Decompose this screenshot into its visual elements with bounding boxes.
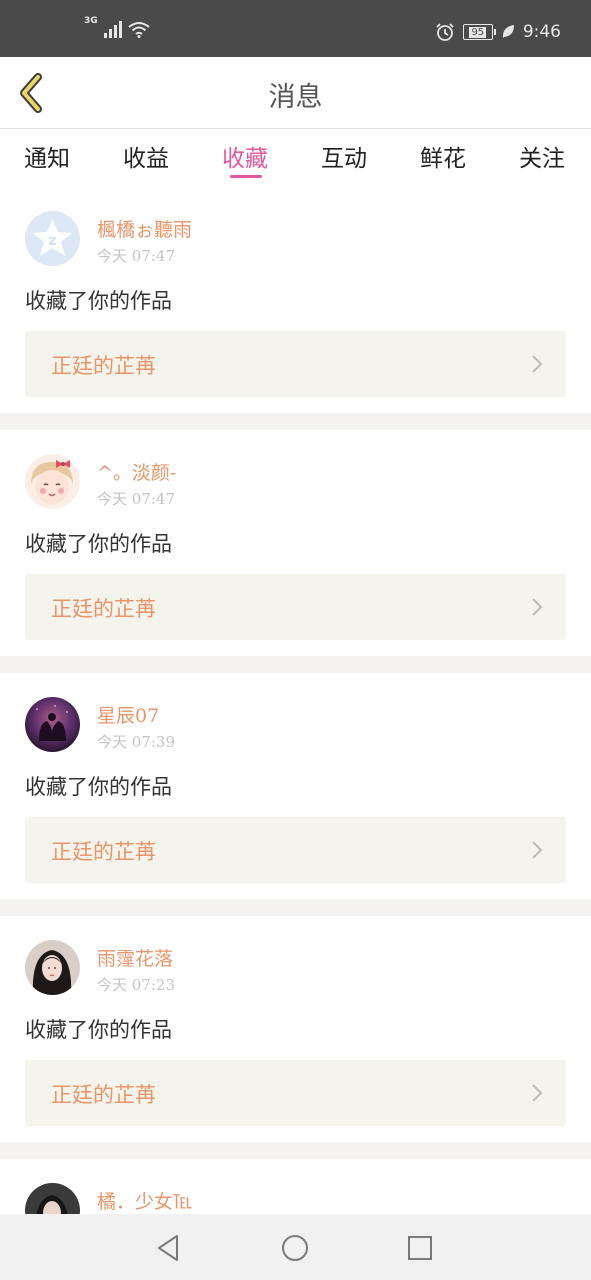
work-link[interactable]: 正廷的芷苒 xyxy=(25,817,566,883)
svg-text:z: z xyxy=(48,233,56,249)
tab-favorites[interactable]: 收藏 xyxy=(222,139,268,173)
username[interactable]: 橘．少女℡ xyxy=(97,1187,192,1214)
username[interactable]: ^。淡颜- xyxy=(97,458,176,485)
leaf-icon xyxy=(502,25,514,38)
message-item: ^。淡颜- 今天 07:47 收藏了你的作品 正廷的芷苒 xyxy=(0,430,591,656)
battery-level: 95 xyxy=(469,26,487,38)
timestamp: 今天 07:47 xyxy=(97,247,175,265)
timestamp: 今天 07:47 xyxy=(97,490,175,508)
work-title: 正廷的芷苒 xyxy=(51,354,156,378)
tab-interactions[interactable]: 互动 xyxy=(321,139,367,173)
timestamp: 今天 07:23 xyxy=(97,976,175,994)
tab-notifications[interactable]: 通知 xyxy=(24,139,70,173)
tab-earnings[interactable]: 收益 xyxy=(123,139,169,173)
tab-bar: 通知 收益 收藏 互动 鲜花 关注 xyxy=(0,129,591,187)
username[interactable]: 雨霪花落 xyxy=(97,944,173,971)
action-text: 收藏了你的作品 xyxy=(25,532,172,556)
message-item: 橘．少女℡ xyxy=(0,1159,591,1238)
page-title: 消息 xyxy=(268,82,323,113)
active-tab-indicator xyxy=(230,175,262,178)
signal-icon xyxy=(103,20,122,38)
clock: 9:46 xyxy=(522,22,561,42)
divider xyxy=(0,656,591,673)
status-right: 95 9:46 xyxy=(435,22,561,42)
timestamp: 今天 07:39 xyxy=(97,733,175,751)
work-title: 正廷的芷苒 xyxy=(51,597,156,621)
status-bar: 3G 95 9:46 xyxy=(0,0,591,57)
battery-icon: 95 xyxy=(462,24,496,40)
work-link[interactable]: 正廷的芷苒 xyxy=(25,331,566,397)
chevron-right-icon xyxy=(532,355,543,373)
status-left: 3G xyxy=(84,16,150,38)
message-item: 星辰07 今天 07:39 收藏了你的作品 正廷的芷苒 xyxy=(0,673,591,899)
username[interactable]: 星辰07 xyxy=(97,701,159,728)
work-link[interactable]: 正廷的芷苒 xyxy=(25,574,566,640)
chevron-right-icon xyxy=(532,841,543,859)
username[interactable]: 楓橋ぉ聽雨 xyxy=(97,215,192,242)
chevron-right-icon xyxy=(532,1084,543,1102)
square-recents-icon[interactable] xyxy=(403,1231,437,1265)
triangle-back-icon[interactable] xyxy=(152,1231,186,1265)
work-link[interactable]: 正廷的芷苒 xyxy=(25,1060,566,1126)
tab-flowers[interactable]: 鲜花 xyxy=(420,139,466,173)
message-item: z 楓橋ぉ聽雨 今天 07:47 收藏了你的作品 正廷的芷苒 xyxy=(0,187,591,413)
chevron-right-icon xyxy=(532,598,543,616)
work-title: 正廷的芷苒 xyxy=(51,1083,156,1107)
avatar[interactable] xyxy=(25,697,80,752)
message-item: 雨霪花落 今天 07:23 收藏了你的作品 正廷的芷苒 xyxy=(0,916,591,1142)
action-text: 收藏了你的作品 xyxy=(25,775,172,799)
girl-photo-avatar-icon xyxy=(25,940,80,995)
wifi-icon xyxy=(128,22,150,38)
cartoon-girl-avatar-icon xyxy=(25,454,80,509)
system-nav-bar xyxy=(0,1214,591,1280)
divider xyxy=(0,899,591,916)
alarm-icon xyxy=(436,23,454,41)
circle-home-icon[interactable] xyxy=(278,1231,312,1265)
action-text: 收藏了你的作品 xyxy=(25,289,172,313)
action-text: 收藏了你的作品 xyxy=(25,1018,172,1042)
divider xyxy=(0,413,591,430)
header: 消息 xyxy=(0,57,591,129)
work-title: 正廷的芷苒 xyxy=(51,840,156,864)
divider xyxy=(0,1142,591,1159)
network-type: 3G xyxy=(84,16,98,26)
avatar[interactable]: z xyxy=(25,211,80,266)
tab-follows[interactable]: 关注 xyxy=(519,139,565,173)
purple-sky-avatar-icon xyxy=(25,697,80,752)
avatar[interactable] xyxy=(25,454,80,509)
avatar[interactable] xyxy=(25,940,80,995)
qq-default-avatar-icon: z xyxy=(25,211,80,266)
